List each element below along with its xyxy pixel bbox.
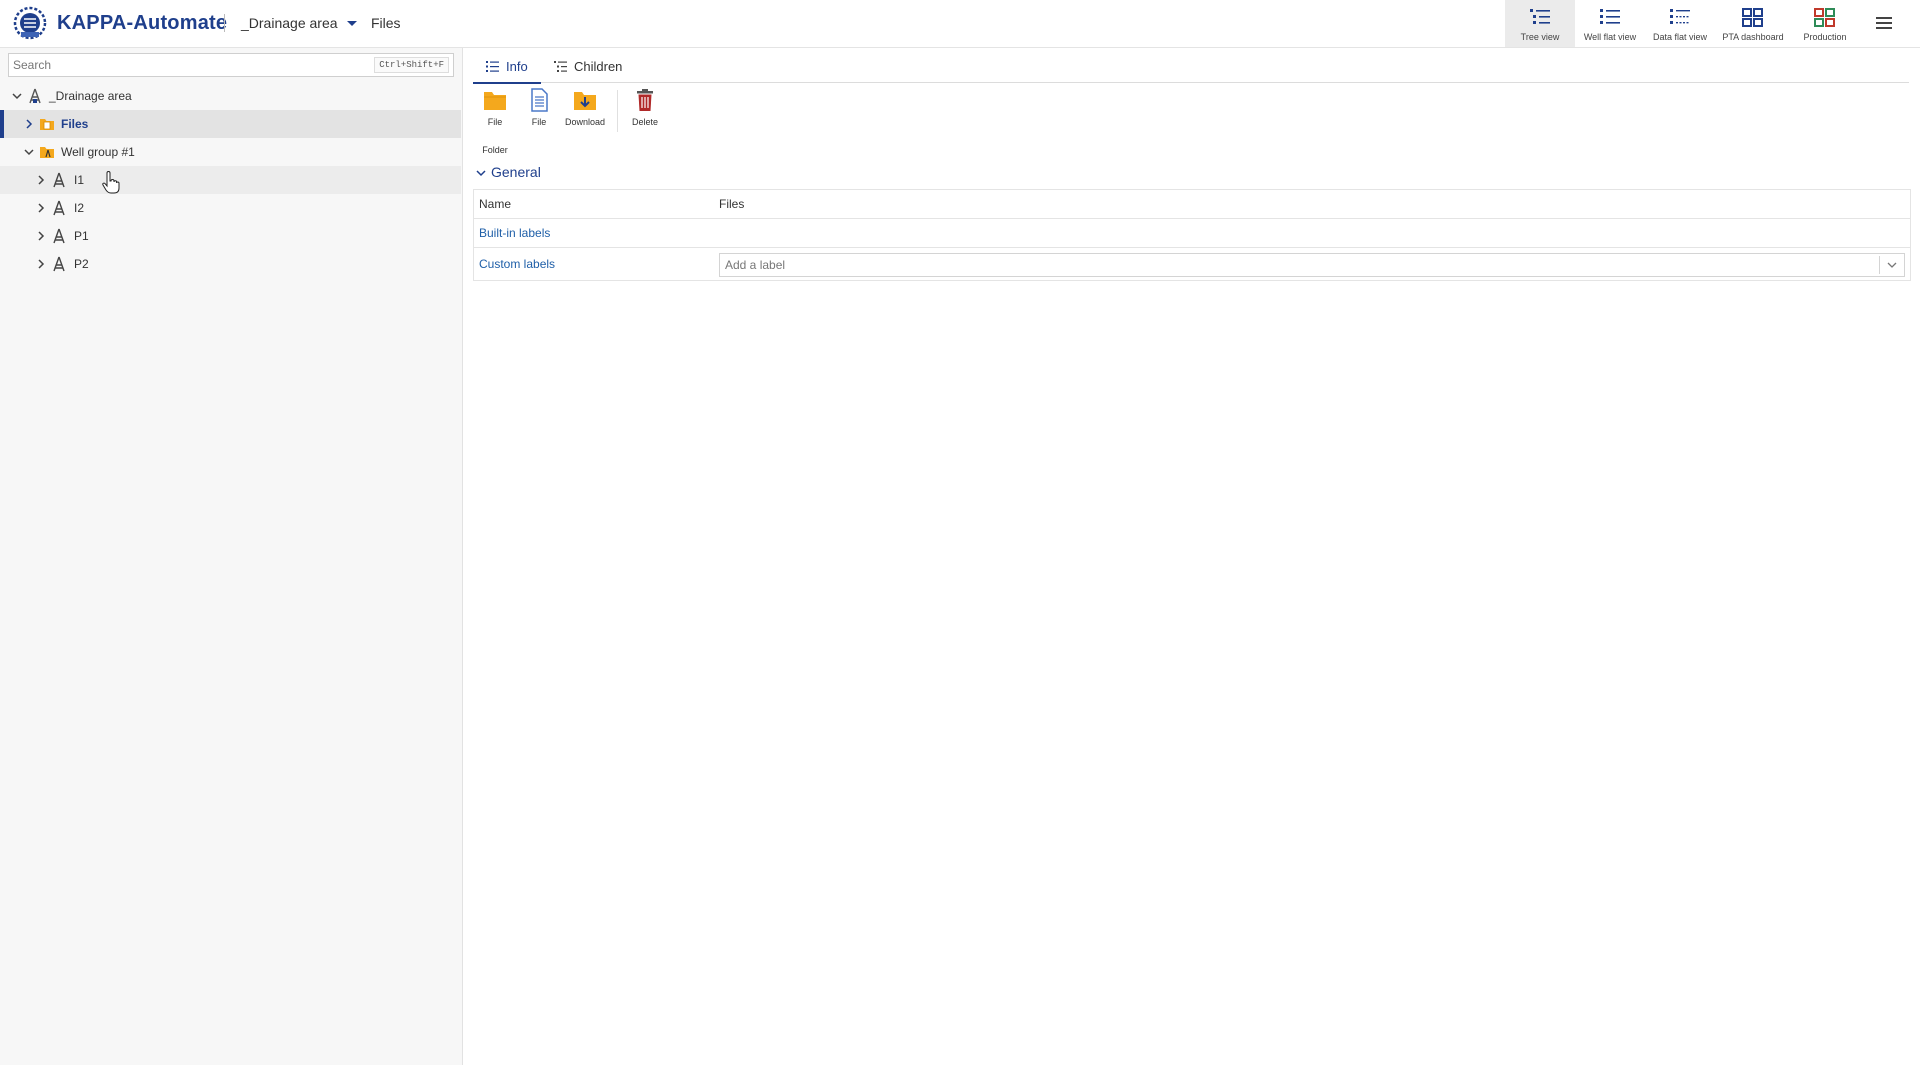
section-general-header[interactable]: General (473, 164, 593, 182)
tree-view-button[interactable]: Tree view (1505, 0, 1575, 47)
data-flat-view-button[interactable]: Data flat view (1645, 0, 1715, 47)
folder-icon (484, 92, 506, 110)
chevron-down-icon[interactable] (23, 146, 35, 158)
tree-view-icon (1530, 9, 1550, 24)
pta-dashboard-icon (1742, 8, 1763, 27)
tree-item-label: Files (61, 117, 89, 131)
breadcrumb-drainage-area[interactable]: _Drainage area (241, 15, 338, 31)
tree-item-label: Well group #1 (61, 145, 135, 159)
tool-label-line2: Folder (482, 145, 508, 155)
chevron-right-icon[interactable] (35, 258, 47, 270)
add-file-folder-button[interactable]: File Folder (480, 88, 510, 156)
general-properties-table: Name Files Built-in labels Custom labels… (473, 189, 1911, 281)
production-button[interactable]: Production (1790, 0, 1860, 47)
download-button[interactable]: Download (562, 88, 608, 128)
pta-dashboard-button[interactable]: PTA dashboard (1718, 0, 1788, 47)
caret-down-icon[interactable] (344, 15, 360, 31)
detail-tabs: Info Children (473, 52, 1909, 84)
well-icon (53, 200, 65, 216)
tab-info-label: Info (506, 59, 528, 74)
chevron-down-icon (476, 170, 486, 177)
property-key: Name (479, 197, 512, 211)
custom-label-dropdown-toggle[interactable] (1879, 256, 1904, 274)
trash-icon (637, 89, 653, 111)
tree-item-well-p1[interactable]: P1 (0, 222, 461, 250)
well-icon (53, 228, 65, 244)
tool-label-line1: File (487, 117, 503, 127)
app-title[interactable]: KAPPA-Automate (57, 12, 227, 35)
add-file-button[interactable]: File (526, 88, 552, 128)
kappa-logo-icon[interactable] (13, 6, 47, 40)
well-flat-view-icon (1600, 9, 1620, 24)
tree-item-files[interactable]: Files (0, 110, 461, 138)
production-icon (1814, 8, 1835, 27)
file-icon (531, 88, 548, 112)
download-icon (574, 92, 596, 110)
tree-item-well-group-1[interactable]: Well group #1 (0, 138, 461, 166)
property-row-custom-labels: Custom labels Add a label (474, 248, 1910, 281)
tree-item-label: I1 (74, 173, 85, 187)
data-flat-view-icon (1670, 9, 1690, 24)
app-header: KAPPA-Automate _Drainage area Files Tree… (0, 0, 1920, 48)
well-group-icon (40, 147, 54, 158)
data-flat-view-label: Data flat view (1652, 32, 1708, 42)
tab-info[interactable]: Info (473, 52, 541, 84)
chevron-right-icon[interactable] (35, 202, 47, 214)
custom-label-select[interactable]: Add a label (719, 253, 1905, 277)
property-key[interactable]: Built-in labels (479, 226, 550, 240)
search-box[interactable]: Ctrl+Shift+F (8, 53, 454, 77)
tree-item-well-i2[interactable]: I2 (0, 194, 461, 222)
field-icon (29, 88, 41, 104)
chevron-down-icon (1887, 262, 1897, 268)
breadcrumb-files[interactable]: Files (371, 15, 401, 31)
chevron-right-icon[interactable] (23, 118, 35, 130)
production-label: Production (1803, 32, 1847, 42)
tool-label: File (531, 117, 547, 127)
well-flat-view-label: Well flat view (1583, 32, 1637, 42)
tree-item-well-i1[interactable]: I1 (0, 166, 461, 194)
property-row-name: Name Files (474, 190, 1910, 219)
tree-item-label: _Drainage area (49, 89, 132, 103)
chevron-right-icon[interactable] (35, 230, 47, 242)
tree-item-label: P2 (74, 257, 89, 271)
well-icon (53, 172, 65, 188)
tab-children-label: Children (574, 59, 623, 74)
tool-label: Delete (631, 117, 658, 127)
section-title: General (491, 164, 541, 180)
chevron-down-icon[interactable] (11, 90, 23, 102)
tab-children[interactable]: Children (541, 52, 631, 82)
well-flat-view-button[interactable]: Well flat view (1575, 0, 1645, 47)
well-icon (53, 256, 65, 272)
tool-label: Download (564, 117, 606, 127)
tree-item-label: P1 (74, 229, 89, 243)
sidebar: Ctrl+Shift+F _Drainage area Files W (0, 48, 463, 1065)
tree-item-label: I2 (74, 201, 85, 215)
custom-label-placeholder: Add a label (725, 258, 786, 272)
header-divider (224, 14, 225, 32)
hamburger-menu-icon[interactable] (1874, 14, 1894, 32)
pta-dashboard-label: PTA dashboard (1722, 32, 1784, 42)
property-key[interactable]: Custom labels (479, 257, 555, 271)
search-input[interactable] (13, 56, 363, 74)
list-icon (486, 61, 499, 72)
search-shortcut-hint: Ctrl+Shift+F (374, 57, 449, 73)
files-folder-icon (40, 119, 54, 130)
property-value: Files (719, 197, 745, 211)
tree-item-drainage-area[interactable]: _Drainage area (0, 82, 461, 110)
chevron-right-icon[interactable] (35, 174, 47, 186)
toolbar-divider (617, 90, 618, 132)
tree-view-label: Tree view (1520, 32, 1560, 42)
tree-item-well-p2[interactable]: P2 (0, 250, 461, 278)
children-icon (554, 61, 567, 72)
delete-button[interactable]: Delete (628, 88, 662, 128)
property-row-builtin-labels: Built-in labels (474, 219, 1910, 248)
